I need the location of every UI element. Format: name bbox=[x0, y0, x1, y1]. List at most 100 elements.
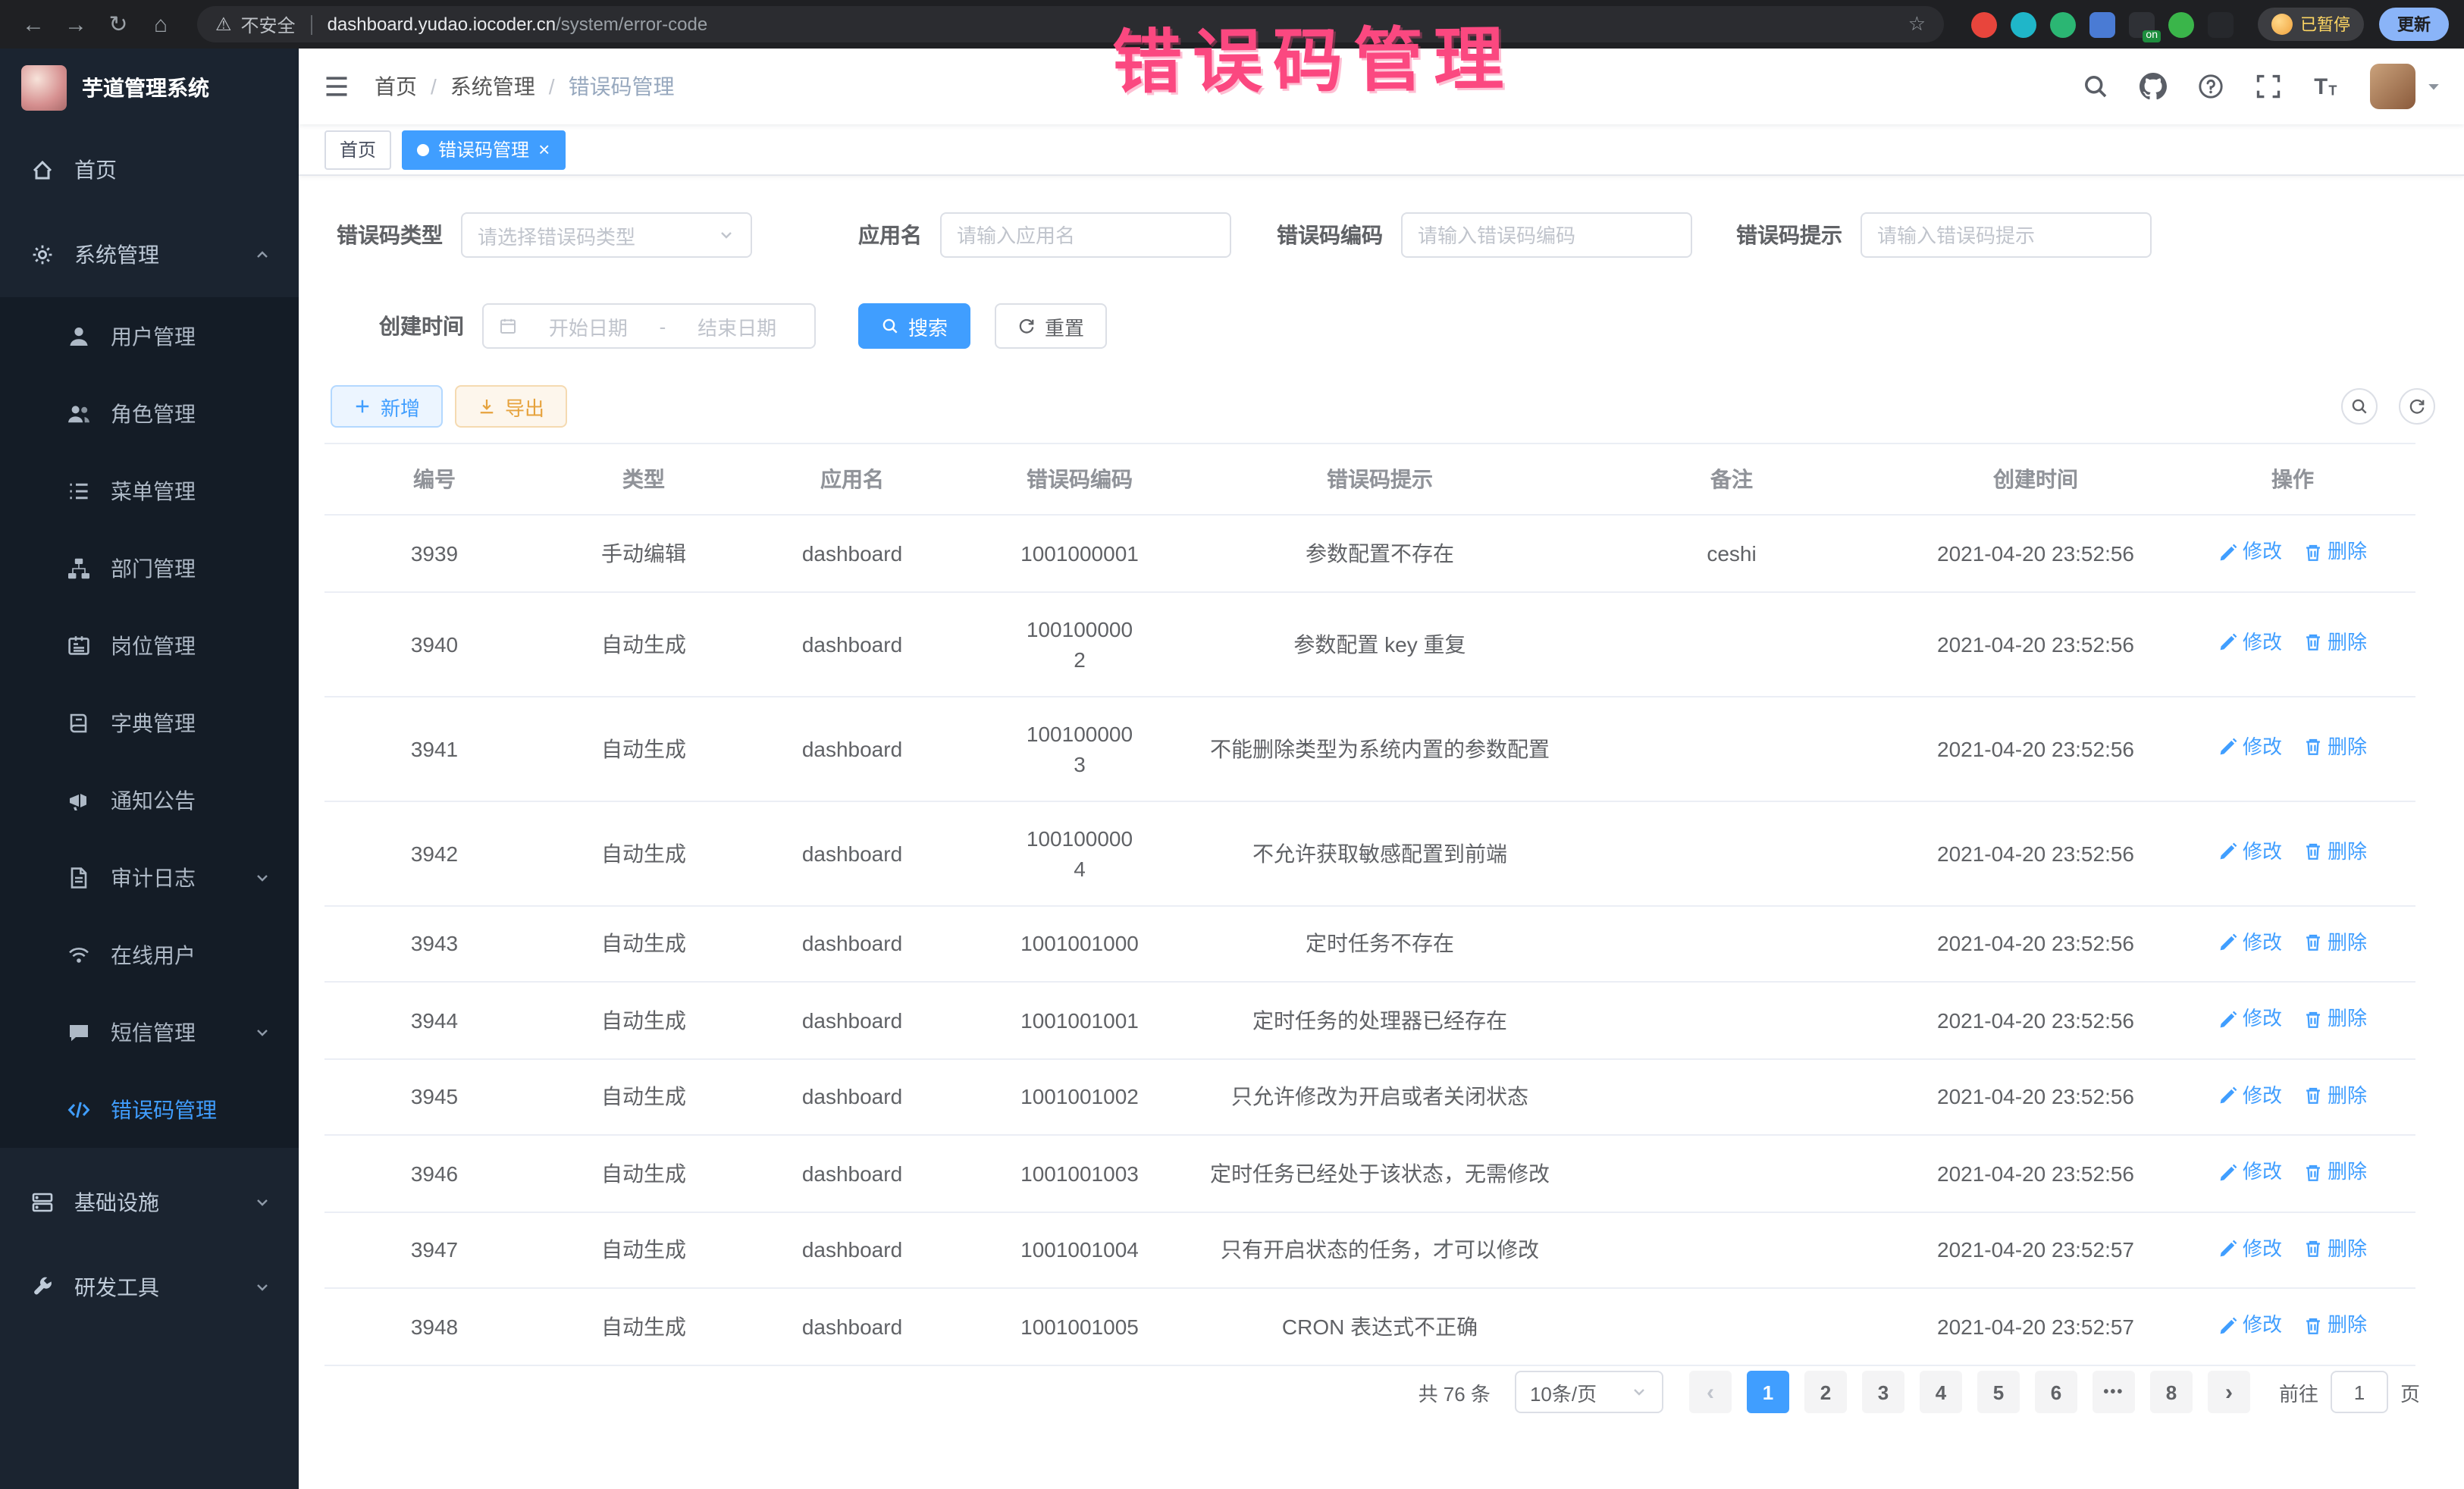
app-logo[interactable]: 芋道管理系统 bbox=[0, 49, 299, 127]
edit-link[interactable]: 修改 bbox=[2218, 1310, 2282, 1340]
page-button-2[interactable]: 2 bbox=[1804, 1371, 1847, 1413]
breadcrumb-item[interactable]: 首页 bbox=[375, 71, 417, 102]
sidebar-item-dict[interactable]: 字典管理 bbox=[0, 684, 299, 761]
hamburger-icon[interactable] bbox=[323, 73, 350, 100]
delete-link[interactable]: 删除 bbox=[2303, 927, 2367, 958]
prev-page-button[interactable]: ‹ bbox=[1689, 1371, 1732, 1413]
page-button-1[interactable]: 1 bbox=[1747, 1371, 1789, 1413]
delete-link[interactable]: 删除 bbox=[2303, 1310, 2367, 1340]
close-icon[interactable]: × bbox=[538, 139, 550, 159]
error-type-label: 错误码类型 bbox=[337, 220, 443, 250]
delete-link[interactable]: 删除 bbox=[2303, 837, 2367, 867]
tab-error-code[interactable]: 错误码管理× bbox=[402, 130, 565, 169]
edit-link[interactable]: 修改 bbox=[2218, 732, 2282, 763]
sidebar-item-online-user[interactable]: 在线用户 bbox=[0, 916, 299, 993]
font-size-icon[interactable]: TT bbox=[2312, 73, 2340, 100]
caret-down-icon[interactable] bbox=[2425, 77, 2443, 96]
page-button-8[interactable]: 8 bbox=[2150, 1371, 2193, 1413]
filter-error-type: 错误码类型 请选择错误码类型 bbox=[337, 212, 752, 258]
browser-extension-icon[interactable] bbox=[2208, 11, 2234, 37]
edit-link[interactable]: 修改 bbox=[2218, 1234, 2282, 1264]
cell-app: dashboard bbox=[743, 515, 961, 591]
profile-chip[interactable]: 已暂停 bbox=[2258, 8, 2364, 41]
delete-link[interactable]: 删除 bbox=[2303, 1080, 2367, 1111]
sidebar-item-role[interactable]: 角色管理 bbox=[0, 375, 299, 452]
page-button-6[interactable]: 6 bbox=[2035, 1371, 2077, 1413]
delete-link[interactable]: 删除 bbox=[2303, 1004, 2367, 1034]
edit-link[interactable]: 修改 bbox=[2218, 537, 2282, 567]
delete-link[interactable]: 删除 bbox=[2303, 537, 2367, 567]
sidebar-item-dept[interactable]: 部门管理 bbox=[0, 529, 299, 607]
user-avatar[interactable] bbox=[2370, 64, 2415, 109]
sidebar-item-post[interactable]: 岗位管理 bbox=[0, 607, 299, 684]
search-button[interactable]: 搜索 bbox=[858, 303, 970, 349]
delete-link[interactable]: 删除 bbox=[2303, 1234, 2367, 1264]
sidebar-item-error-code[interactable]: 错误码管理 bbox=[0, 1071, 299, 1148]
error-code-input[interactable] bbox=[1401, 212, 1692, 258]
add-button[interactable]: 新增 bbox=[331, 385, 443, 428]
browser-extension-icon[interactable] bbox=[2089, 11, 2115, 37]
error-code-value: 100100000 3 bbox=[1027, 721, 1133, 776]
reset-button[interactable]: 重置 bbox=[995, 303, 1107, 349]
screenshot-root: ← → ↻ ⌂ ⚠ 不安全 dashboard.yudao.iocoder.cn… bbox=[0, 0, 2464, 1489]
help-icon[interactable] bbox=[2197, 73, 2224, 100]
browser-extension-icon[interactable] bbox=[2168, 11, 2194, 37]
page-button-3[interactable]: 3 bbox=[1862, 1371, 1904, 1413]
sidebar-item-system[interactable]: 系统管理 bbox=[0, 212, 299, 297]
edit-link[interactable]: 修改 bbox=[2218, 1157, 2282, 1187]
delete-link[interactable]: 删除 bbox=[2303, 628, 2367, 658]
browser-extension-icon[interactable] bbox=[2011, 11, 2036, 37]
edit-link[interactable]: 修改 bbox=[2218, 628, 2282, 658]
export-button[interactable]: 导出 bbox=[455, 385, 567, 428]
search-icon[interactable] bbox=[2082, 73, 2109, 100]
tab-home[interactable]: 首页 bbox=[324, 130, 391, 169]
table-row: 3942自动生成dashboard100100000 4不允许获取敏感配置到前端… bbox=[324, 801, 2415, 905]
date-range-picker[interactable]: 开始日期 - 结束日期 bbox=[482, 303, 816, 349]
delete-link[interactable]: 删除 bbox=[2303, 732, 2367, 763]
edit-link[interactable]: 修改 bbox=[2218, 1080, 2282, 1111]
sidebar-item-menu[interactable]: 菜单管理 bbox=[0, 452, 299, 529]
edit-link[interactable]: 修改 bbox=[2218, 837, 2282, 867]
goto-page-input[interactable] bbox=[2331, 1371, 2388, 1413]
browser-extension-icon[interactable] bbox=[2050, 11, 2076, 37]
edit-link[interactable]: 修改 bbox=[2218, 927, 2282, 958]
browser-extension-icon[interactable]: on bbox=[2129, 11, 2155, 37]
page-button-5[interactable]: 5 bbox=[1977, 1371, 2020, 1413]
cell-type: 自动生成 bbox=[544, 1058, 743, 1135]
sidebar-item-sms[interactable]: 短信管理 bbox=[0, 993, 299, 1071]
github-icon[interactable] bbox=[2140, 73, 2167, 100]
home-icon[interactable]: ⌂ bbox=[143, 6, 179, 42]
delete-icon bbox=[2303, 633, 2323, 653]
update-button[interactable]: 更新 bbox=[2379, 8, 2449, 41]
fullscreen-icon[interactable] bbox=[2255, 73, 2282, 100]
forward-icon[interactable]: → bbox=[58, 6, 94, 42]
address-bar[interactable]: ⚠ 不安全 dashboard.yudao.iocoder.cn/system/… bbox=[197, 6, 1944, 42]
sidebar-item-label: 字典管理 bbox=[111, 707, 196, 738]
next-page-button[interactable]: › bbox=[2208, 1371, 2250, 1413]
page-size-select[interactable]: 10条/页 bbox=[1515, 1371, 1663, 1413]
breadcrumb-item[interactable]: 系统管理 bbox=[450, 71, 535, 102]
browser-extension-icon[interactable] bbox=[1971, 11, 1997, 37]
delete-link[interactable]: 删除 bbox=[2303, 1157, 2367, 1187]
error-hint-input[interactable] bbox=[1861, 212, 2152, 258]
sidebar-item-notice[interactable]: 通知公告 bbox=[0, 761, 299, 839]
edit-link[interactable]: 修改 bbox=[2218, 1004, 2282, 1034]
address-divider bbox=[311, 14, 312, 34]
toggle-search-button[interactable] bbox=[2341, 388, 2378, 425]
reload-icon[interactable]: ↻ bbox=[100, 6, 136, 42]
back-icon[interactable]: ← bbox=[15, 6, 52, 42]
app-name-input[interactable] bbox=[940, 212, 1231, 258]
sidebar-item-home[interactable]: 首页 bbox=[0, 127, 299, 212]
refresh-table-button[interactable] bbox=[2399, 388, 2435, 425]
sidebar-item-devtools[interactable]: 研发工具 bbox=[0, 1245, 299, 1330]
sidebar-item-user[interactable]: 用户管理 bbox=[0, 297, 299, 375]
column-header: 错误码编码 bbox=[961, 444, 1198, 515]
filter-create-time: 创建时间 开始日期 - 结束日期 bbox=[379, 303, 816, 349]
sidebar-item-audit-log[interactable]: 审计日志 bbox=[0, 839, 299, 916]
more-pages-button[interactable]: ••• bbox=[2093, 1371, 2135, 1413]
sidebar-item-infra[interactable]: 基础设施 bbox=[0, 1160, 299, 1245]
page-button-4[interactable]: 4 bbox=[1920, 1371, 1962, 1413]
error-type-select[interactable]: 请选择错误码类型 bbox=[461, 212, 752, 258]
org-tree-icon bbox=[67, 556, 91, 580]
bookmark-star-icon[interactable]: ☆ bbox=[1908, 12, 1926, 36]
